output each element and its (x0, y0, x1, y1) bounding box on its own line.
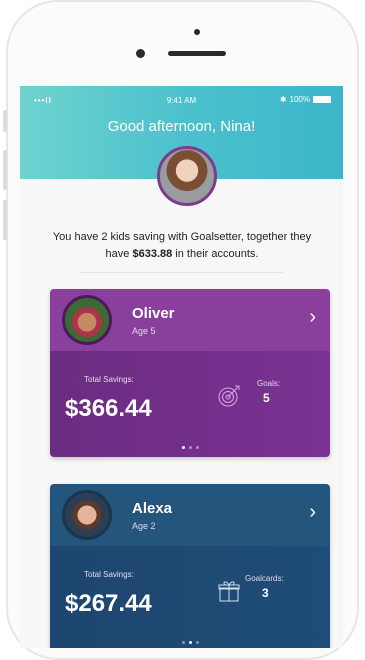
goalcards-count: 3 (262, 586, 269, 600)
earpiece-speaker (168, 51, 226, 56)
status-bar: •••ll 9:41 AM ✱ 100% (20, 95, 343, 107)
page-dot (181, 446, 185, 449)
app-screen: •••ll 9:41 AM ✱ 100% Good afternoon, Nin… (20, 86, 343, 648)
summary-suffix: in their accounts. (175, 248, 259, 260)
total-savings-value: $366.44 (65, 395, 152, 422)
kid-avatar (62, 490, 112, 540)
summary-text: You have 2 kids saving with Goalsetter, … (42, 229, 322, 263)
kid-card-oliver[interactable]: Oliver Age 5 › Total Savings: $366.44 Go… (50, 289, 330, 457)
battery-icon (313, 96, 331, 103)
kid-age: Age 5 (132, 326, 156, 336)
page-indicator (50, 641, 330, 644)
bluetooth-icon: ✱ (279, 95, 287, 104)
goals-label: Goals: (257, 379, 281, 388)
kid-card-body[interactable]: Total Savings: $267.44 Goalcards: 3 (50, 546, 330, 648)
summary-amount: $633.88 (132, 248, 173, 260)
sensor-icon (194, 29, 200, 35)
goals-count: 5 (263, 391, 270, 405)
page-dot (195, 641, 199, 644)
battery-status: ✱ 100% (280, 95, 331, 104)
kid-card-header[interactable]: Oliver Age 5 › (50, 289, 330, 351)
page-dot (181, 641, 185, 644)
gift-icon (218, 581, 240, 602)
chevron-right-icon[interactable]: › (309, 307, 316, 327)
battery-percentage: 100% (289, 95, 310, 104)
goalcards-label: Goalcards: (245, 574, 284, 583)
kid-name: Oliver (132, 305, 175, 322)
kid-avatar (62, 295, 112, 345)
page-dot (188, 641, 192, 644)
total-savings-value: $267.44 (65, 590, 152, 617)
page-indicator (50, 446, 330, 449)
parent-avatar[interactable] (157, 146, 217, 206)
greeting-text: Good afternoon, Nina! (107, 118, 256, 135)
divider (80, 272, 283, 273)
total-savings-label: Total Savings: (84, 375, 134, 384)
mute-switch (3, 110, 7, 132)
chevron-right-icon[interactable]: › (309, 502, 316, 522)
total-savings-label: Total Savings: (84, 570, 134, 579)
kid-age: Age 2 (132, 521, 156, 531)
target-icon (218, 385, 240, 407)
volume-down-button (3, 200, 7, 240)
kid-card-alexa[interactable]: Alexa Age 2 › Total Savings: $267.44 Goa… (50, 484, 330, 648)
kid-card-header[interactable]: Alexa Age 2 › (50, 484, 330, 546)
front-camera-icon (136, 49, 145, 58)
page-dot (188, 446, 192, 449)
kid-name: Alexa (132, 500, 173, 517)
kid-card-body[interactable]: Total Savings: $366.44 Goals: 5 (50, 351, 330, 457)
volume-up-button (3, 150, 7, 190)
page-dot (195, 446, 199, 449)
